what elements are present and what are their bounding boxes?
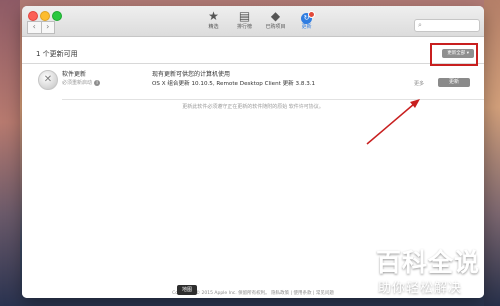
info-icon[interactable]: i bbox=[94, 79, 101, 86]
tab-label: 排行榜 bbox=[236, 24, 252, 30]
tab-top-charts[interactable]: ▤ 排行榜 bbox=[229, 9, 260, 35]
updates-section-header: 1 个更新可用 更新全部 ▾ bbox=[22, 37, 484, 64]
update-item: ✕ 软件更新 必须重新启动 i 现有更新可供您的计算机使用 OS X 组合更新 1… bbox=[22, 65, 484, 99]
tab-updates[interactable]: ↻ 更新 bbox=[291, 9, 322, 35]
update-button[interactable]: 更新 bbox=[438, 78, 470, 87]
tab-purchased[interactable]: ◆ 已购项目 bbox=[260, 9, 291, 35]
software-update-app-icon: ✕ bbox=[38, 70, 58, 90]
title-bar: ‹ › ★ 精选 ▤ 排行榜 ◆ 已购项目 ↻ 更新 ⌕ bbox=[22, 6, 484, 37]
star-icon: ★ bbox=[208, 9, 219, 23]
row-divider bbox=[62, 99, 484, 100]
watermark-slogan: 助你轻松解决 bbox=[378, 281, 463, 296]
toolbar-tabs: ★ 精选 ▤ 排行榜 ◆ 已购项目 ↻ 更新 bbox=[198, 9, 322, 35]
updates-count-title: 1 个更新可用 bbox=[36, 50, 78, 58]
navigation-buttons: ‹ › bbox=[27, 21, 55, 34]
tag-icon: ◆ bbox=[270, 9, 281, 23]
tab-label: 精选 bbox=[208, 24, 219, 30]
search-input[interactable]: ⌕ bbox=[414, 19, 480, 32]
chart-list-icon: ▤ bbox=[238, 9, 251, 23]
more-link[interactable]: 更多 bbox=[414, 80, 424, 87]
watermark-title: 百科全说 bbox=[376, 248, 481, 277]
desktop-background-left bbox=[0, 0, 20, 306]
tab-label: 更新 bbox=[301, 24, 312, 30]
update-all-button[interactable]: 更新全部 ▾ bbox=[442, 49, 474, 58]
update-description-line-2: OS X 组合更新 10.10.5, Remote Desktop Client… bbox=[152, 81, 316, 87]
updates-icon: ↻ bbox=[291, 9, 322, 24]
update-count-badge bbox=[308, 11, 315, 18]
tab-label: 已购项目 bbox=[265, 24, 286, 30]
app-name: 软件更新 bbox=[62, 71, 87, 78]
minimize-window-button[interactable] bbox=[40, 11, 50, 21]
restart-required-label: 必须重新启动 i bbox=[62, 79, 101, 86]
restart-required-text: 必须重新启动 bbox=[62, 80, 93, 86]
tab-featured[interactable]: ★ 精选 bbox=[198, 9, 229, 35]
license-note: 更新此软件必须遵守正在更新的软件随附的原始 软件许可协议。 bbox=[182, 104, 324, 110]
map-tooltip: 地图 bbox=[177, 285, 197, 295]
update-description-line-1: 现有更新可供您的计算机使用 bbox=[152, 71, 231, 78]
back-button[interactable]: ‹ bbox=[27, 21, 42, 34]
search-icon: ⌕ bbox=[418, 21, 422, 29]
forward-button[interactable]: › bbox=[40, 21, 55, 34]
close-window-button[interactable] bbox=[28, 11, 38, 21]
zoom-window-button[interactable] bbox=[52, 11, 62, 21]
watermark-logo: 百科全说 助你轻松解决 bbox=[376, 243, 496, 303]
